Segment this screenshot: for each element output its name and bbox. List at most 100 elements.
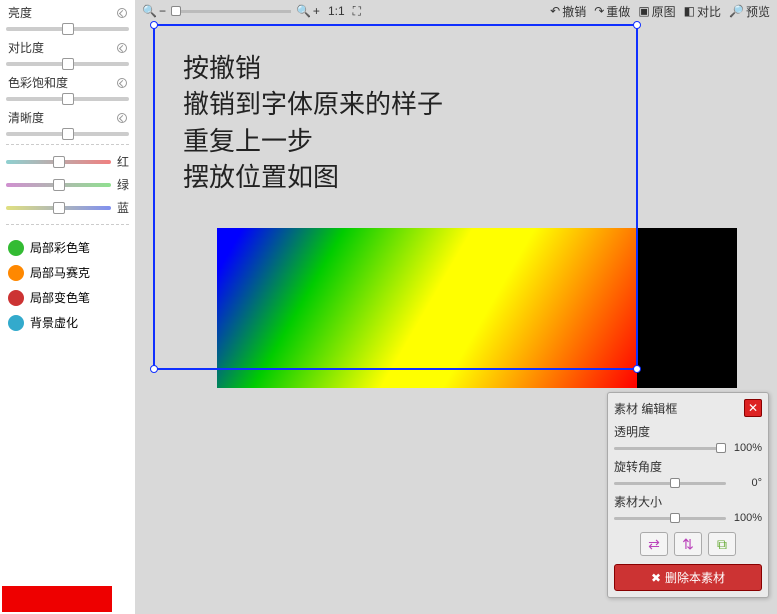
rotate-label: 旋转角度: [614, 458, 762, 475]
slider-text: 色彩饱和度: [8, 74, 68, 91]
compare-icon: ◧: [684, 4, 695, 18]
zoom-in-button[interactable]: 🔍+: [293, 3, 323, 19]
ratio-button[interactable]: 1:1: [325, 3, 348, 19]
duplicate-button[interactable]: ⧉: [708, 532, 736, 556]
compare-label: 对比: [697, 3, 721, 20]
rgb-thumb[interactable]: [53, 179, 65, 191]
slider-thumb[interactable]: [62, 58, 74, 70]
tool-1[interactable]: 局部马赛克: [6, 260, 129, 285]
delete-material-button[interactable]: ✖ 删除本素材: [614, 564, 762, 591]
tool-icon: [8, 290, 24, 306]
material-edit-panel: 素材 编辑框 ✕ 透明度 100% 旋转角度 0° 素材大小 100% ⇄: [607, 392, 769, 598]
undo-icon: ↶: [550, 4, 560, 18]
rgb-thumb[interactable]: [53, 156, 65, 168]
compare-button[interactable]: ◧对比: [681, 2, 724, 21]
footer-red: [2, 586, 112, 612]
slider-thumb[interactable]: [62, 23, 74, 35]
zoom-out-button[interactable]: 🔍−: [139, 3, 169, 19]
original-label: 原图: [652, 3, 676, 20]
top-toolbar: 🔍− 🔍+ 1:1 ⛶ ↶撤销 ↷重做 ▣原图 ◧对比 🔎预览: [135, 0, 777, 22]
rotate-value: 0°: [730, 477, 762, 489]
slider-label: 亮度: [6, 4, 129, 23]
toolbar-left: 🔍− 🔍+ 1:1 ⛶: [139, 3, 364, 20]
tool-icon: [8, 265, 24, 281]
zoom-slider[interactable]: [171, 10, 291, 13]
zoom-out-icon: 🔍: [142, 4, 157, 18]
slider-text: 对比度: [8, 39, 44, 56]
opacity-row: 透明度 100%: [614, 423, 762, 454]
divider: [6, 224, 129, 225]
rgb-track[interactable]: [6, 206, 111, 210]
text-line-1: 按撤销: [183, 50, 443, 86]
text-line-4: 摆放位置如图: [183, 159, 443, 195]
image-icon: ▣: [638, 4, 649, 18]
reset-icon[interactable]: [117, 43, 127, 53]
slider-track[interactable]: [6, 97, 129, 101]
reset-icon[interactable]: [117, 8, 127, 18]
rgb-track[interactable]: [6, 183, 111, 187]
slider-track[interactable]: [6, 62, 129, 66]
tool-3[interactable]: 背景虚化: [6, 310, 129, 335]
panel-buttons: ⇄ ⇅ ⧉: [614, 532, 762, 556]
slider-label: 色彩饱和度: [6, 74, 129, 93]
rotate-thumb[interactable]: [670, 478, 680, 488]
handle-top-right[interactable]: [633, 21, 641, 29]
tool-list: 局部彩色笔 局部马赛克 局部变色笔 背景虚化: [6, 235, 129, 335]
slider-thumb[interactable]: [62, 128, 74, 140]
close-button[interactable]: ✕: [744, 399, 762, 417]
redo-icon: ↷: [594, 4, 604, 18]
rgb-track[interactable]: [6, 160, 111, 164]
zoom-thumb[interactable]: [171, 6, 181, 16]
opacity-thumb[interactable]: [716, 443, 726, 453]
slider-track[interactable]: [6, 132, 129, 136]
tool-label: 局部彩色笔: [30, 239, 90, 256]
rgb-thumb[interactable]: [53, 202, 65, 214]
opacity-slider[interactable]: [614, 447, 726, 450]
slider-thumb[interactable]: [62, 93, 74, 105]
handle-bottom-right[interactable]: [633, 365, 641, 373]
size-label: 素材大小: [614, 493, 762, 510]
canvas-area: 🔍− 🔍+ 1:1 ⛶ ↶撤销 ↷重做 ▣原图 ◧对比 🔎预览 按撤销 撤销到字…: [135, 0, 777, 614]
zoom-in-icon: 🔍: [296, 4, 311, 18]
rgb-0: 红: [6, 153, 129, 170]
size-row: 素材大小 100%: [614, 493, 762, 524]
original-button[interactable]: ▣原图: [635, 2, 678, 21]
flip-horizontal-button[interactable]: ⇄: [640, 532, 668, 556]
opacity-label: 透明度: [614, 423, 762, 440]
handle-bottom-left[interactable]: [150, 365, 158, 373]
undo-label: 撤销: [562, 3, 586, 20]
flip-h-icon: ⇄: [648, 536, 660, 553]
handle-top-left[interactable]: [150, 21, 158, 29]
slider-text: 亮度: [8, 4, 32, 21]
tool-0[interactable]: 局部彩色笔: [6, 235, 129, 260]
sidebar: 亮度 对比度 色彩饱和度 清晰度 红 绿 蓝 局部彩色笔 局部马赛克 局部变色笔: [0, 0, 135, 614]
slider-label: 对比度: [6, 39, 129, 58]
slider-1: 对比度: [6, 39, 129, 66]
size-slider[interactable]: [614, 517, 726, 520]
preview-icon: 🔎: [729, 4, 744, 18]
zoom-out-label: −: [159, 4, 166, 18]
reset-icon[interactable]: [117, 113, 127, 123]
toolbar-right: ↶撤销 ↷重做 ▣原图 ◧对比 🔎预览: [547, 2, 773, 21]
rotate-slider[interactable]: [614, 482, 726, 485]
fit-button[interactable]: ⛶: [350, 3, 364, 20]
undo-button[interactable]: ↶撤销: [547, 2, 589, 21]
preview-button[interactable]: 🔎预览: [726, 2, 773, 21]
delete-icon: ✖: [651, 571, 661, 585]
close-icon: ✕: [748, 401, 758, 415]
tool-2[interactable]: 局部变色笔: [6, 285, 129, 310]
zoom-in-label: +: [313, 4, 320, 18]
canvas-text[interactable]: 按撤销 撤销到字体原来的样子 重复上一步 摆放位置如图: [183, 50, 443, 196]
tool-label: 背景虚化: [30, 314, 78, 331]
preview-label: 预览: [746, 3, 770, 20]
panel-title: 素材 编辑框: [614, 400, 677, 417]
delete-label: 删除本素材: [665, 569, 725, 586]
size-thumb[interactable]: [670, 513, 680, 523]
tool-label: 局部变色笔: [30, 289, 90, 306]
reset-icon[interactable]: [117, 78, 127, 88]
slider-track[interactable]: [6, 27, 129, 31]
redo-button[interactable]: ↷重做: [591, 2, 633, 21]
flip-vertical-button[interactable]: ⇅: [674, 532, 702, 556]
adjust-sliders: 亮度 对比度 色彩饱和度 清晰度: [6, 4, 129, 136]
rgb-label: 蓝: [115, 199, 129, 216]
